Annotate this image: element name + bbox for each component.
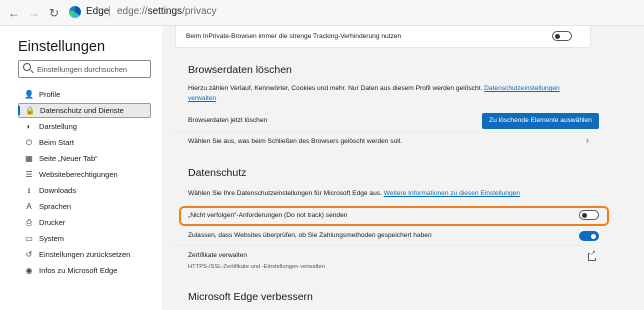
download-icon: ⭳ (27, 186, 31, 195)
certificates-label[interactable]: Zertifikate verwalten (188, 252, 247, 259)
settings-search-input[interactable] (37, 63, 147, 75)
divider (175, 245, 591, 246)
more-info-link[interactable]: Weitere Informationen zu diesen Einstell… (384, 190, 520, 197)
choose-items-button[interactable]: Zu löschende Elemente auswählen (482, 113, 599, 129)
sidebar-item-label: Seite „Neuer Tab“ (39, 154, 98, 163)
printer-icon: ⎙ (25, 218, 33, 227)
highlight-annotation (179, 206, 609, 226)
reset-icon: ↺ (25, 250, 33, 259)
sidebar-item-label: Beim Start (39, 138, 75, 147)
refresh-icon[interactable]: ↻ (45, 4, 63, 22)
settings-search-box[interactable] (18, 60, 151, 78)
sidebar-item[interactable]: ⭳ Downloads (18, 183, 151, 198)
payment-label: Zulassen, dass Websites überprüfen, ob S… (188, 232, 432, 239)
inprivate-toggle[interactable] (552, 31, 572, 41)
back-arrow-icon[interactable]: ← (5, 4, 23, 22)
inprivate-label: Beim InPrivate-Browsen immer die strenge… (186, 33, 402, 40)
sidebar-item-label: Downloads (39, 186, 77, 195)
sidebar-item-label: Websiteberechtigungen (39, 170, 118, 179)
address-bar-url[interactable]: edge://settings/privacy (117, 6, 217, 17)
browserdaten-description: Hierzu zählen Verlauf, Kennwörter, Cooki… (188, 85, 560, 102)
sidebar-item-label: Einstellungen zurücksetzen (39, 250, 131, 259)
sidebar-item-label: Drucker (39, 218, 66, 227)
appearance-icon: ◐ (26, 122, 32, 131)
payment-toggle[interactable] (579, 231, 599, 241)
settings-main-panel: Beim InPrivate-Browsen immer die strenge… (162, 26, 644, 310)
settings-sidebar: Einstellungen 👤 Profile 🔒 Datenschutz und D… (0, 26, 162, 310)
sidebar-item-label: System (39, 234, 65, 243)
sidebar-item[interactable]: 🔒 Datenschutz und Dienste (18, 103, 151, 118)
datenschutz-description: Wählen Sie Ihre Datenschutzeinstellungen… (188, 190, 520, 197)
address-separator: | (108, 5, 111, 17)
sidebar-item[interactable]: ▭ System (18, 231, 151, 246)
browser-toolbar: ← → ↻ Edge | edge://settings/privacy (0, 0, 644, 26)
new-tab-icon: ▦ (25, 154, 33, 163)
system-icon: ▭ (25, 234, 33, 243)
sidebar-item[interactable]: ▦ Seite „Neuer Tab“ (18, 151, 151, 166)
settings-title: Einstellungen (18, 39, 106, 55)
profile-icon: 👤 (24, 90, 34, 99)
sidebar-item[interactable]: A Sprachen (18, 199, 151, 214)
divider (175, 132, 591, 133)
inprivate-card: Beim InPrivate-Browsen immer die strenge… (175, 26, 591, 48)
edge-logo-icon (69, 6, 81, 18)
power-icon: ⏻ (25, 138, 33, 147)
search-icon (23, 63, 31, 71)
permissions-icon: ☰ (25, 170, 33, 179)
sidebar-item-label: Darstellung (39, 122, 77, 131)
sidebar-item[interactable]: ⎙ Drucker (18, 215, 151, 230)
lock-icon: 🔒 (25, 106, 35, 115)
clear-now-label: Browserdaten jetzt löschen (188, 117, 268, 124)
sidebar-item-label: Infos zu Microsoft Edge (39, 266, 118, 275)
sidebar-item-label: Sprachen (39, 202, 72, 211)
datenschutz-heading: Datenschutz (188, 167, 247, 179)
manage-link[interactable]: verwalten (188, 95, 216, 102)
sidebar-item[interactable]: ◉ Infos zu Microsoft Edge (18, 263, 151, 278)
browserdaten-heading: Browserdaten löschen (188, 64, 292, 76)
certificates-sublabel: HTTPS-/SSL-Zertifikate und -Einstellunge… (188, 264, 325, 270)
sidebar-item-label: Datenschutz und Dienste (40, 106, 124, 115)
forward-arrow-icon[interactable]: → (25, 4, 43, 22)
chevron-right-icon[interactable]: › (586, 135, 589, 145)
sidebar-item-label: Profile (39, 90, 61, 99)
improve-heading: Microsoft Edge verbessern (188, 291, 313, 303)
sidebar-item[interactable]: ◐ Darstellung (18, 119, 151, 134)
sidebar-item[interactable]: ☰ Websiteberechtigungen (18, 167, 151, 182)
edge-icon: ◉ (25, 266, 33, 275)
sidebar-item[interactable]: 👤 Profile (18, 87, 151, 102)
sidebar-item[interactable]: ↺ Einstellungen zurücksetzen (18, 247, 151, 262)
language-icon: A (26, 202, 32, 211)
privacy-settings-link[interactable]: Datenschutzeinstellungen (484, 85, 560, 92)
sidebar-item[interactable]: ⏻ Beim Start (18, 135, 151, 150)
external-link-icon[interactable] (588, 250, 596, 261)
clear-on-close-label[interactable]: Wählen Sie aus, was beim Schließen des B… (188, 138, 402, 145)
address-app-name[interactable]: Edge (86, 6, 109, 17)
